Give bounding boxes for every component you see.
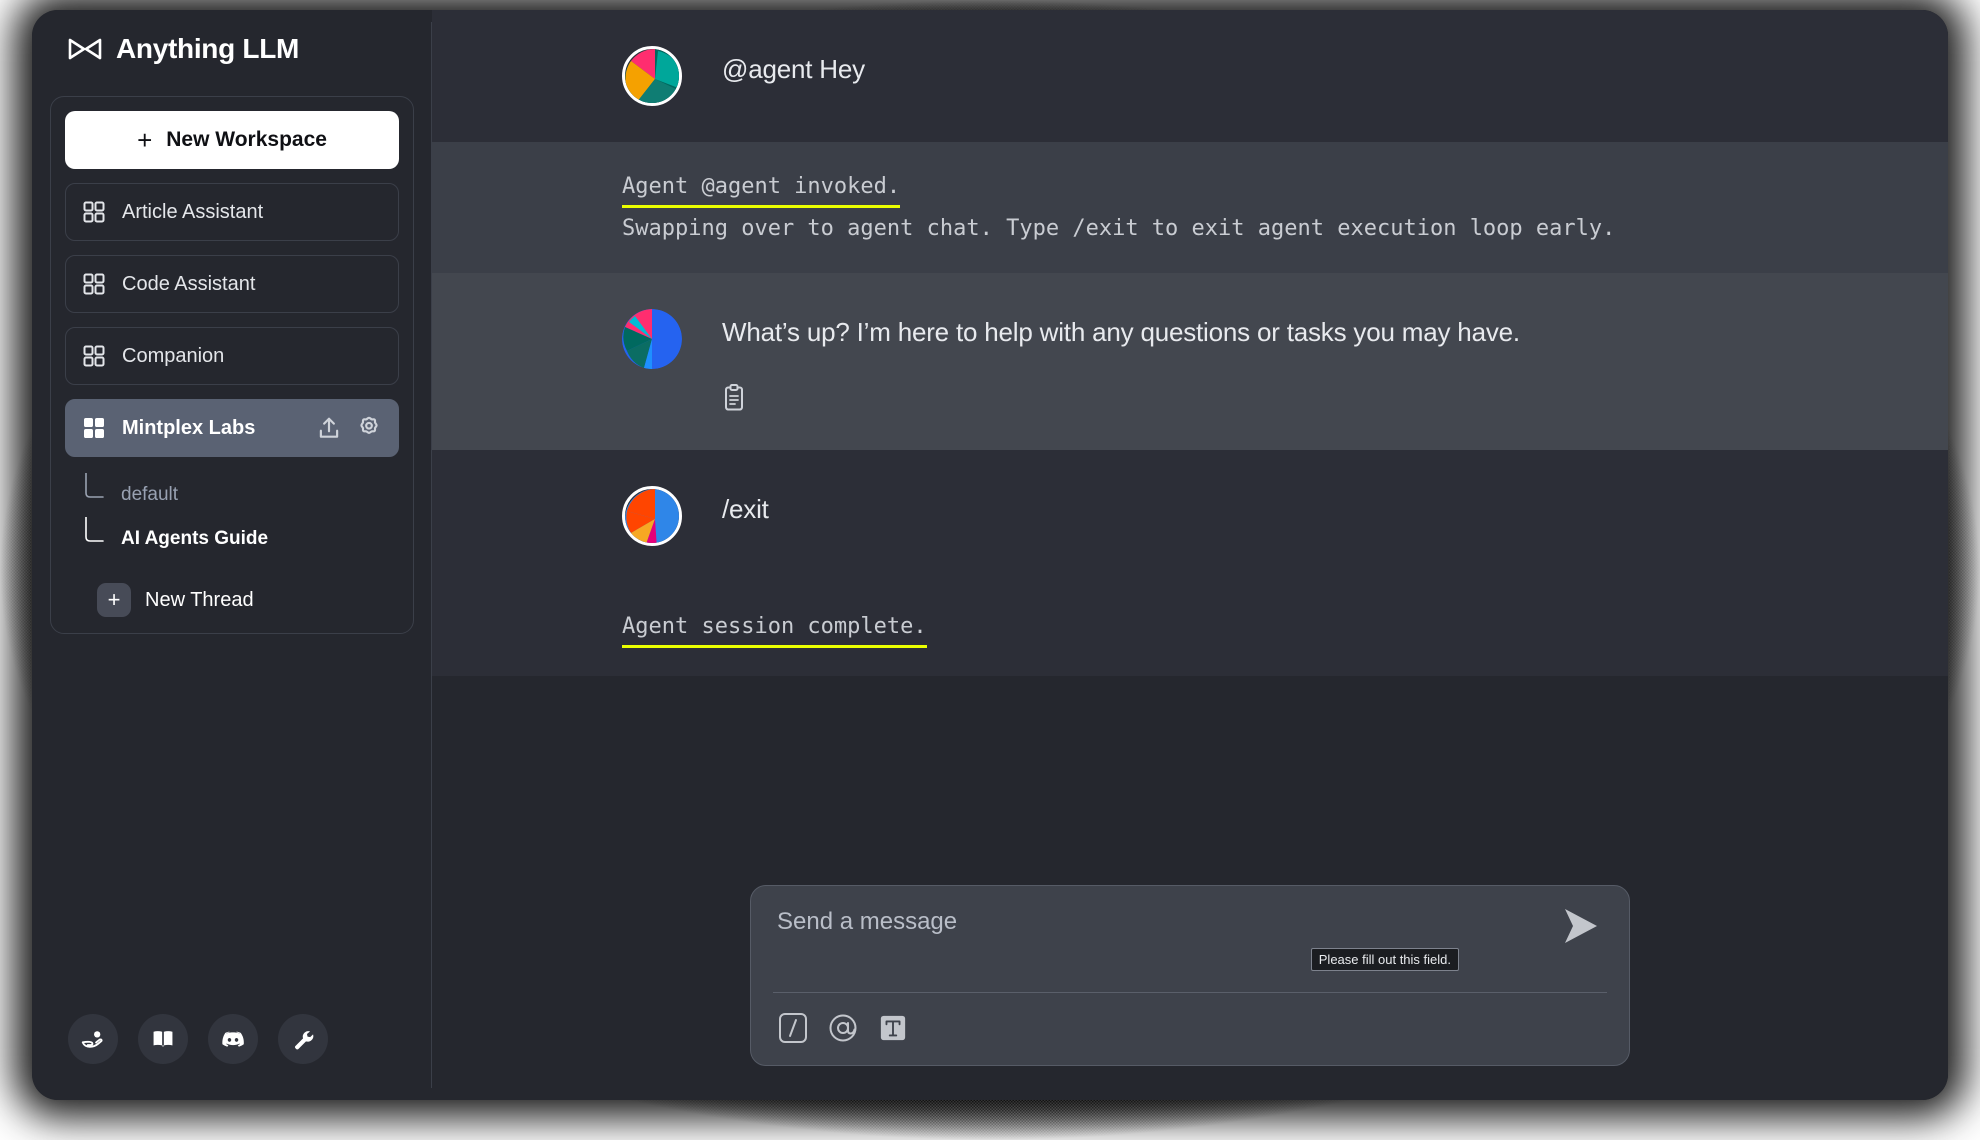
- hand-coin-icon[interactable]: [68, 1014, 118, 1064]
- book-open-icon[interactable]: [138, 1014, 188, 1064]
- tree-branch-icon: [81, 492, 115, 561]
- system-headline: Agent session complete.: [622, 610, 927, 649]
- assistant-avatar: [622, 309, 682, 369]
- new-thread-button[interactable]: + New Thread: [97, 583, 399, 617]
- text-prompt-icon[interactable]: [877, 1011, 909, 1045]
- discord-icon[interactable]: [208, 1014, 258, 1064]
- thread-label: AI Agents Guide: [121, 528, 269, 549]
- new-workspace-button[interactable]: + New Workspace: [65, 111, 399, 169]
- app-window: Anything LLM + New Workspace Article Ass…: [32, 10, 1948, 1100]
- grid-squares-icon: [82, 200, 106, 224]
- message-actions: [722, 384, 1888, 414]
- chat-main: @agent Hey Agent @agent invoked. Swappin…: [432, 10, 1948, 1100]
- brand: Anything LLM: [50, 10, 414, 88]
- validation-tooltip: Please fill out this field.: [1310, 948, 1459, 971]
- chat-message-user: @agent Hey: [432, 10, 1948, 142]
- new-workspace-label: New Workspace: [166, 128, 327, 151]
- sidebar-item-article-assistant[interactable]: Article Assistant: [65, 183, 399, 241]
- chat-scroll-area[interactable]: @agent Hey Agent @agent invoked. Swappin…: [432, 10, 1948, 885]
- at-mention-icon[interactable]: [827, 1011, 859, 1045]
- tree-branch-icon: [81, 472, 115, 517]
- sidebar-item-mintplex-labs[interactable]: Mintplex Labs: [65, 399, 399, 457]
- message-composer: Please fill out this field.: [750, 885, 1630, 1066]
- message-text: /exit: [722, 494, 769, 525]
- user-avatar: [622, 46, 682, 106]
- workspace-label: Article Assistant: [122, 200, 264, 223]
- sidebar-item-code-assistant[interactable]: Code Assistant: [65, 255, 399, 313]
- sidebar-item-companion[interactable]: Companion: [65, 327, 399, 385]
- thread-item-default[interactable]: default: [81, 472, 399, 517]
- thread-label: default: [121, 484, 179, 505]
- workspace-label: Companion: [122, 344, 225, 367]
- workspace-list: Article Assistant Code Assistant Compani…: [65, 183, 399, 457]
- new-thread-label: New Thread: [145, 588, 254, 611]
- thread-item-ai-agents-guide[interactable]: AI Agents Guide: [81, 492, 399, 561]
- message-text: @agent Hey: [722, 54, 865, 84]
- message-text: What’s up? I’m here to help with any que…: [722, 317, 1520, 347]
- copy-icon[interactable]: [722, 384, 748, 414]
- message-input[interactable]: [777, 908, 1559, 936]
- user-avatar: [622, 486, 682, 547]
- grid-squares-icon: [82, 344, 106, 368]
- chat-message-assistant: What’s up? I’m here to help with any que…: [432, 273, 1948, 451]
- thread-list: default AI Agents Guide + New Thread: [65, 472, 399, 617]
- grid-squares-icon: [82, 272, 106, 296]
- plus-icon: +: [97, 583, 131, 617]
- system-subline: Swapping over to agent chat. Type /exit …: [622, 216, 1616, 241]
- workspace-panel: + New Workspace Article Assistant Code A…: [50, 96, 414, 634]
- gear-icon[interactable]: [356, 415, 382, 441]
- workspace-label: Code Assistant: [122, 272, 256, 295]
- app-title: Anything LLM: [116, 33, 300, 64]
- sidebar-footer: [50, 1014, 414, 1100]
- workspace-label: Mintplex Labs: [122, 416, 256, 439]
- upload-icon[interactable]: [316, 415, 342, 441]
- system-headline: Agent @agent invoked.: [622, 170, 901, 208]
- grid-squares-filled-icon: [82, 416, 106, 440]
- screenshot-frame: Anything LLM + New Workspace Article Ass…: [0, 0, 1980, 1140]
- plus-icon: +: [137, 125, 153, 155]
- slash-command-icon[interactable]: [777, 1011, 809, 1045]
- wrench-icon[interactable]: [278, 1014, 328, 1064]
- anythingllm-logo-icon: [68, 37, 102, 61]
- chat-message-user: /exit: [432, 450, 1948, 583]
- sidebar: Anything LLM + New Workspace Article Ass…: [32, 10, 432, 1100]
- workspace-actions: [316, 415, 382, 441]
- chat-message-system: Agent @agent invoked. Swapping over to a…: [432, 142, 1948, 273]
- send-button[interactable]: [1559, 904, 1603, 951]
- chat-message-system: Agent session complete.: [432, 582, 1948, 677]
- composer-area: Please fill out this field.: [432, 885, 1948, 1100]
- composer-toolbar: [751, 993, 1629, 1065]
